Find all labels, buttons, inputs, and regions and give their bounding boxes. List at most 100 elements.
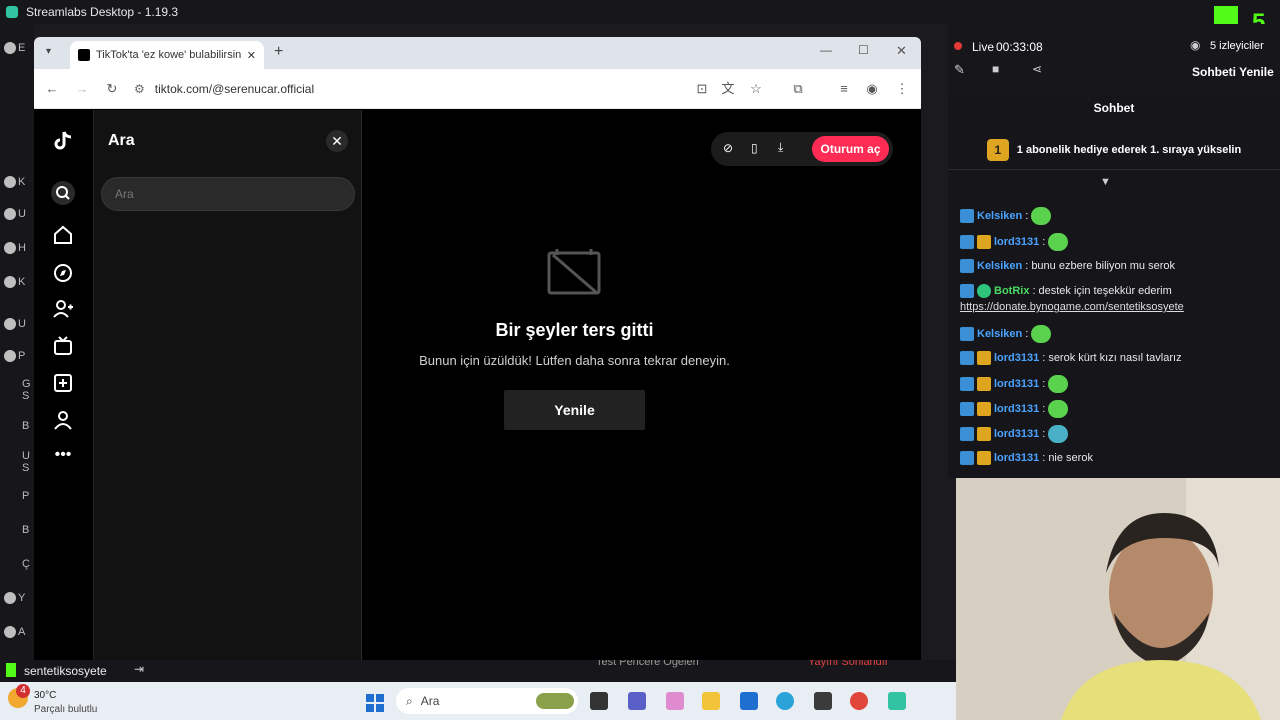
verified-badge-icon bbox=[960, 402, 974, 416]
no-video-icon bbox=[547, 247, 603, 302]
verified-badge-icon bbox=[960, 284, 974, 298]
chat-user[interactable]: lord3131 bbox=[994, 378, 1039, 390]
sidebar-item-p2[interactable]: P bbox=[4, 486, 34, 506]
profile-nav-icon[interactable] bbox=[52, 409, 74, 431]
chrome-icon[interactable] bbox=[850, 692, 868, 710]
sidebar-item-b1[interactable]: B bbox=[4, 416, 34, 436]
home-icon[interactable] bbox=[52, 224, 74, 246]
app-icon[interactable] bbox=[814, 692, 832, 710]
chat-text: serok kürt kızı nasıl tavlarız bbox=[1048, 352, 1182, 364]
sidebar-item-k1[interactable]: K bbox=[4, 172, 34, 192]
login-button[interactable]: Oturum aç bbox=[812, 136, 889, 162]
refresh-chat-button[interactable]: Sohbeti Yenile bbox=[1192, 65, 1274, 79]
search-icon[interactable] bbox=[51, 181, 75, 205]
emote-icon bbox=[1048, 400, 1069, 418]
maximize-icon[interactable]: ☐ bbox=[858, 43, 869, 57]
sidebar-item-gs[interactable]: G S bbox=[4, 378, 34, 402]
site-info-icon[interactable]: ⚙ bbox=[134, 82, 145, 96]
crown-badge-icon bbox=[977, 427, 991, 441]
close-search-icon[interactable]: ✕ bbox=[326, 130, 348, 152]
upload-icon[interactable] bbox=[52, 372, 74, 394]
following-icon[interactable] bbox=[52, 298, 74, 320]
chat-user[interactable]: Kelsiken bbox=[977, 260, 1022, 272]
chat-message: Kelsiken: bbox=[960, 207, 1052, 225]
tab-strip: ▾ TikTok'ta 'ez kowe' bulabilirsiniz ✕ +… bbox=[34, 37, 921, 69]
scroll-down-icon[interactable]: ▼ bbox=[1100, 176, 1111, 188]
tiktok-logo-icon[interactable] bbox=[52, 130, 74, 152]
url-text: tiktok.com/@serenucar.official bbox=[154, 82, 315, 96]
teams-icon[interactable] bbox=[628, 692, 646, 710]
search-input[interactable] bbox=[101, 177, 355, 211]
chat-user[interactable]: lord3131 bbox=[994, 452, 1039, 464]
more-icon[interactable]: ••• bbox=[52, 446, 74, 468]
chat-message: Kelsiken: bbox=[960, 325, 1052, 343]
account-name[interactable]: sentetiksosyete bbox=[24, 664, 107, 678]
verified-badge-icon bbox=[960, 351, 974, 365]
edge-icon[interactable] bbox=[776, 692, 794, 710]
chat-user[interactable]: lord3131 bbox=[994, 403, 1039, 415]
sidebar-item-editor[interactable]: E bbox=[4, 38, 34, 58]
refresh-button[interactable]: Yenile bbox=[504, 390, 645, 430]
device-icon[interactable]: ▯ bbox=[751, 141, 758, 155]
crown-badge-icon bbox=[977, 351, 991, 365]
taskbar-search[interactable]: ⌕ Ara bbox=[396, 688, 578, 714]
copilot-icon[interactable] bbox=[666, 692, 684, 710]
chat-user[interactable]: lord3131 bbox=[994, 428, 1039, 440]
install-app-icon[interactable]: ⊡ bbox=[694, 81, 710, 97]
live-icon[interactable] bbox=[52, 335, 74, 357]
sidebar-item-c[interactable]: Ç bbox=[4, 554, 34, 574]
streamlabs-taskbar-icon[interactable] bbox=[888, 692, 906, 710]
close-tab-icon[interactable]: ✕ bbox=[247, 49, 256, 62]
media-control-icon[interactable]: ≡ bbox=[836, 81, 852, 97]
donate-link[interactable]: https://donate.bynogame.com/sentetiksosy… bbox=[960, 301, 1184, 313]
address-bar[interactable]: ⚙ tiktok.com/@serenucar.official bbox=[134, 75, 739, 103]
chat-user[interactable]: Kelsiken bbox=[977, 328, 1022, 340]
sidebar-item-k2[interactable]: K bbox=[4, 272, 34, 292]
bookmark-star-icon[interactable]: ☆ bbox=[748, 81, 764, 97]
sidebar-item-h[interactable]: H bbox=[4, 238, 34, 258]
chat-user[interactable]: lord3131 bbox=[994, 236, 1039, 248]
weather-temp: 30°C bbox=[34, 690, 57, 701]
collapse-icon[interactable]: ⇥ bbox=[134, 662, 144, 676]
camera-icon[interactable]: ■ bbox=[992, 62, 999, 76]
sidebar-item-settings[interactable]: A bbox=[4, 622, 34, 642]
gift-banner[interactable]: 1 1 abonelik hediye ederek 1. sıraya yük… bbox=[948, 130, 1280, 170]
close-window-icon[interactable]: ✕ bbox=[896, 43, 907, 59]
edit-icon[interactable]: ✎ bbox=[954, 62, 965, 78]
forward-icon[interactable]: → bbox=[74, 81, 90, 97]
new-tab-button[interactable]: + bbox=[274, 43, 283, 61]
sidebar-item-u1[interactable]: U bbox=[4, 204, 34, 224]
emote-icon bbox=[1048, 425, 1069, 443]
sidebar-item-u2[interactable]: U bbox=[4, 314, 34, 334]
sidebar-item-p1[interactable]: P bbox=[4, 346, 34, 366]
chat-user[interactable]: BotRix bbox=[994, 285, 1029, 297]
tab-search-icon[interactable]: ▾ bbox=[46, 46, 51, 57]
explore-icon[interactable] bbox=[52, 262, 74, 284]
emote-icon bbox=[1031, 325, 1052, 343]
file-explorer-icon[interactable] bbox=[702, 692, 720, 710]
chat-user[interactable]: Kelsiken bbox=[977, 210, 1022, 222]
sidebar-item-b2[interactable]: B bbox=[4, 520, 34, 540]
windows-start-icon[interactable] bbox=[366, 694, 384, 717]
reload-icon[interactable]: ↻ bbox=[104, 81, 120, 97]
store-icon[interactable] bbox=[740, 692, 758, 710]
profile-icon[interactable]: ◉ bbox=[864, 81, 880, 97]
webcam-feed bbox=[956, 478, 1280, 720]
live-label: Live bbox=[972, 40, 995, 54]
task-view-icon[interactable] bbox=[590, 692, 608, 710]
streamlabs-sidebar: E K U H K U P G S B U S P B Ç Y A bbox=[0, 24, 34, 660]
extensions-icon[interactable]: ⧉ bbox=[790, 81, 806, 97]
download-icon[interactable]: ⤓ bbox=[778, 140, 783, 155]
verified-badge-icon bbox=[960, 259, 974, 273]
coin-icon[interactable]: ⊘ bbox=[723, 141, 733, 155]
chat-user[interactable]: lord3131 bbox=[994, 352, 1039, 364]
sidebar-item-us[interactable]: U S bbox=[4, 450, 34, 474]
sidebar-item-y[interactable]: Y bbox=[4, 588, 34, 608]
back-icon[interactable]: ← bbox=[44, 81, 60, 97]
translate-icon[interactable]: 文 bbox=[720, 81, 736, 97]
minimize-icon[interactable]: — bbox=[820, 43, 832, 57]
share-icon[interactable]: ⋖ bbox=[1032, 62, 1042, 76]
menu-icon[interactable]: ⋮ bbox=[894, 81, 910, 97]
error-title: Bir şeyler ters gitti bbox=[495, 320, 654, 340]
browser-tab[interactable]: TikTok'ta 'ez kowe' bulabilirsiniz ✕ bbox=[70, 41, 264, 69]
